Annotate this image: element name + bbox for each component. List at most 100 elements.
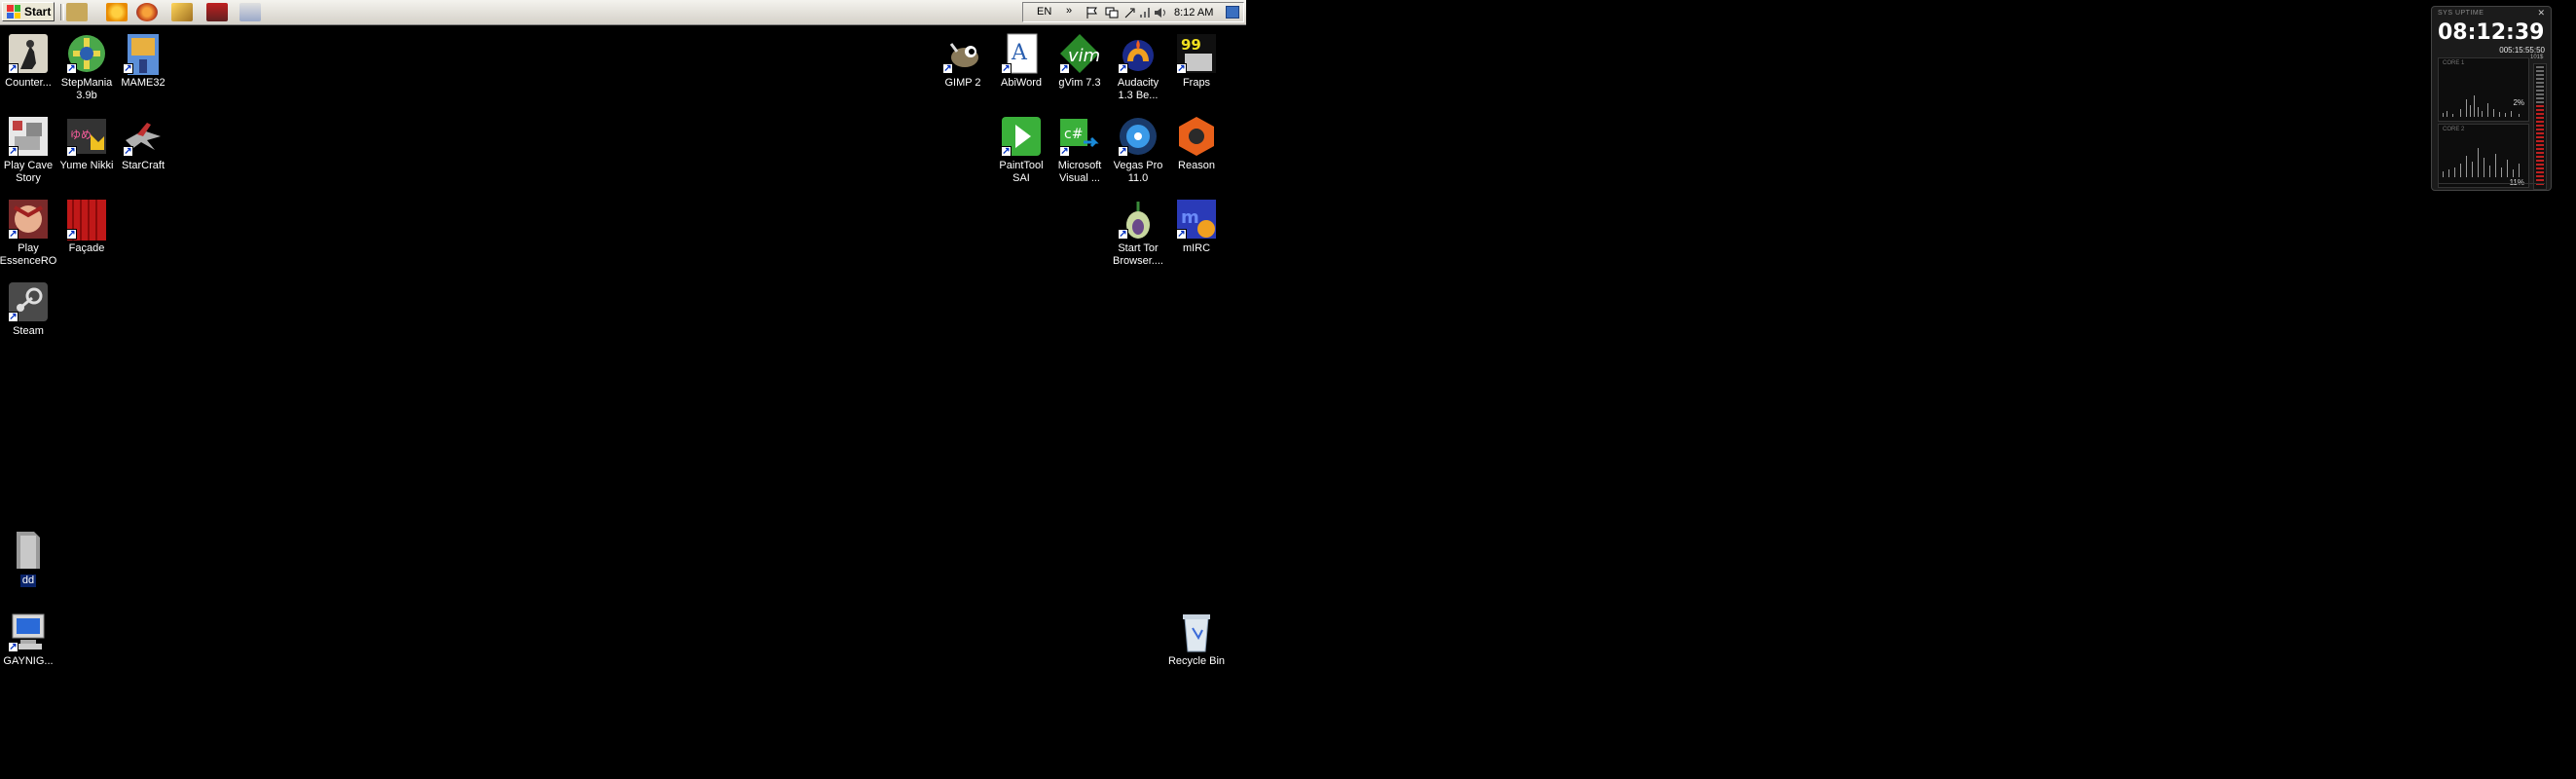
desktop-icon-label: Audacity 1.3 Be...	[1117, 77, 1159, 101]
folder-icon	[7, 528, 50, 571]
shortcut-arrow-icon: ↗	[1176, 229, 1187, 240]
chevron-down-icon[interactable]: »	[1066, 5, 1072, 17]
firefox-icon[interactable]	[136, 3, 158, 21]
stepmania-icon: ↗	[65, 32, 108, 75]
shortcut-arrow-icon: ↗	[8, 642, 18, 652]
gvim-icon: vim ↗	[1058, 32, 1101, 75]
desktop-icon-label: mIRC	[1182, 242, 1211, 254]
desktop-icon-visual-studio[interactable]: c# ↗ Microsoft Visual ...	[1050, 115, 1109, 185]
start-button[interactable]: Start	[2, 2, 55, 21]
desktop-icon-label: gVim 7.3	[1058, 77, 1101, 89]
shortcut-arrow-icon: ↗	[942, 63, 953, 74]
desktop-icon-audacity[interactable]: ↗ Audacity 1.3 Be...	[1109, 32, 1167, 102]
desktop-icon-steam[interactable]: ↗ Steam	[0, 280, 57, 338]
desktop-icon-mirc[interactable]: m ↗ mIRC	[1167, 198, 1226, 255]
svg-text:99: 99	[1181, 36, 1201, 54]
cave-story-icon: ↗	[7, 115, 50, 158]
desktop-icon-yume-nikki[interactable]: ゆめ ↗ Yume Nikki	[57, 115, 116, 172]
desktop-icon-label: AbiWord	[1001, 77, 1042, 89]
counter-strike-icon: ↗	[7, 32, 50, 75]
desktop-icon-label: Yume Nikki	[59, 160, 114, 171]
shortcut-arrow-icon: ↗	[123, 63, 133, 74]
desktop-icon-recycle-bin[interactable]: Recycle Bin	[1167, 611, 1226, 668]
show-desktop-icon[interactable]	[239, 3, 261, 21]
desktop-icon-label: PaintTool SAI	[999, 160, 1044, 184]
desktop-icon-label: Façade	[68, 242, 105, 254]
network-icon[interactable]	[1105, 6, 1119, 19]
system-tray: EN » 8:12 AM	[1022, 2, 1244, 22]
desktop-icon-label: StepMania 3.9b	[60, 77, 113, 101]
desktop-icon-tor-browser[interactable]: ↗ Start Tor Browser....	[1109, 198, 1167, 268]
gadget-header: SYS UPTIME	[2438, 10, 2484, 17]
gadget-uptime: 005:15:55:50	[2499, 46, 2545, 55]
desktop-icon-counter-strike[interactable]: ↗ Counter...	[0, 32, 57, 90]
tor-browser-icon: ↗	[1117, 198, 1159, 241]
quick-launch-separator	[60, 4, 64, 20]
core-1-bars	[2443, 95, 2520, 117]
desktop-toggle-icon[interactable]	[1226, 6, 1239, 19]
windows-logo-icon	[7, 5, 20, 19]
clock[interactable]: 8:12 AM	[1174, 7, 1213, 19]
desktop-icon-fraps[interactable]: 99 ↗ Fraps	[1167, 32, 1226, 90]
desktop-icon-gimp[interactable]: ↗ GIMP 2	[934, 32, 992, 90]
start-label: Start	[24, 5, 52, 19]
explorer-icon[interactable]	[66, 3, 88, 21]
desktop-icon-gvim[interactable]: vim ↗ gVim 7.3	[1050, 32, 1109, 90]
shortcut-arrow-icon: ↗	[8, 312, 18, 322]
desktop-icon-label: GAYNIG...	[3, 655, 54, 667]
shortcut-arrow-icon: ↗	[66, 146, 77, 157]
desktop-icon-abiword[interactable]: A ↗ AbiWord	[992, 32, 1050, 90]
memory-bar	[2533, 63, 2547, 190]
desktop-icon-essencero[interactable]: ↗ Play EssenceRO	[0, 198, 57, 268]
desktop-icon-cave-story[interactable]: ↗ Play Cave Story	[0, 115, 57, 185]
desktop-icon-label: StarCraft	[121, 160, 165, 171]
media-player-icon[interactable]	[106, 3, 128, 21]
desktop-icon-starcraft[interactable]: ↗ StarCraft	[114, 115, 172, 172]
desktop-icon-reason[interactable]: Reason	[1167, 115, 1226, 172]
desktop-icon-mame32[interactable]: ↗ MAME32	[114, 32, 172, 90]
vegas-pro-icon: ↗	[1117, 115, 1159, 158]
desktop-icon-my-computer[interactable]: ↗ GAYNIG...	[0, 611, 57, 668]
shortcut-arrow-icon: ↗	[1118, 63, 1128, 74]
fraps-icon: 99 ↗	[1175, 32, 1218, 75]
desktop-icon-label: GIMP 2	[944, 77, 981, 89]
desktop-icon-stepmania[interactable]: ↗ StepMania 3.9b	[57, 32, 116, 102]
core-2-bars	[2443, 148, 2520, 177]
gadget-footer	[2438, 183, 2545, 187]
recycle-bin-icon	[1175, 611, 1218, 653]
language-indicator[interactable]: EN	[1037, 6, 1051, 18]
desktop-icon-label: Microsoft Visual ...	[1057, 160, 1102, 184]
svg-text:m: m	[1181, 207, 1199, 228]
signal-icon[interactable]	[1138, 6, 1152, 19]
cpu-meter-gadget[interactable]: SYS UPTIME ✕ 08:12:39 005:15:55:50 101$ …	[2431, 6, 2552, 191]
volume-icon[interactable]	[1154, 6, 1167, 19]
desktop-icon-vegas-pro[interactable]: ↗ Vegas Pro 11.0	[1109, 115, 1167, 185]
desktop-icon-painttool-sai[interactable]: ↗ PaintTool SAI	[992, 115, 1050, 185]
calendar-icon[interactable]	[206, 3, 228, 21]
paint-icon[interactable]	[171, 3, 193, 21]
close-icon[interactable]: ✕	[2537, 8, 2545, 19]
desktop-icon-label: Play EssenceRO	[0, 242, 57, 267]
audacity-icon: ↗	[1117, 32, 1159, 75]
desktop-icon-folder-dd[interactable]: dd	[0, 528, 57, 588]
my-computer-icon: ↗	[7, 611, 50, 653]
desktop-icon-label: MAME32	[121, 77, 166, 89]
desktop-icon-label: dd	[19, 575, 37, 587]
abiword-icon: A ↗	[1000, 32, 1043, 75]
shortcut-arrow-icon: ↗	[1118, 229, 1128, 240]
shortcut-arrow-icon: ↗	[1059, 63, 1070, 74]
steam-icon: ↗	[7, 280, 50, 323]
desktop-icon-facade[interactable]: ↗ Façade	[57, 198, 116, 255]
shortcut-arrow-icon: ↗	[1059, 146, 1070, 157]
core-2-graph: CORE 2 11%	[2438, 124, 2529, 188]
flag-icon[interactable]	[1086, 6, 1099, 19]
desktop-icon-label: Fraps	[1182, 77, 1211, 89]
desktop-icon-label: Recycle Bin	[1167, 655, 1226, 667]
gimp-icon: ↗	[941, 32, 984, 75]
taskbar: Start EN » 8:12 AM	[0, 0, 1246, 25]
svg-text:vim: vim	[1068, 46, 1100, 66]
mirc-icon: m ↗	[1175, 198, 1218, 241]
starcraft-icon: ↗	[122, 115, 165, 158]
usb-icon[interactable]	[1122, 6, 1136, 19]
shortcut-arrow-icon: ↗	[8, 229, 18, 240]
